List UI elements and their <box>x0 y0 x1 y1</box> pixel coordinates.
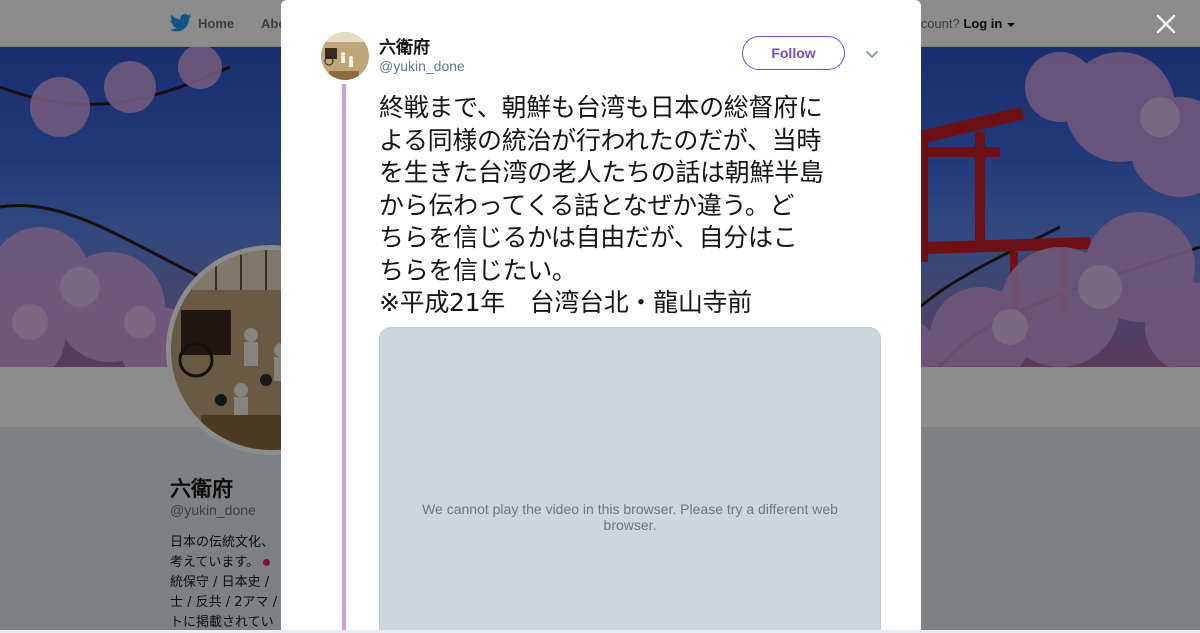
tweet-author-handle[interactable]: @yukin_done <box>379 58 465 74</box>
thread-line <box>342 84 346 630</box>
tweet-author-name[interactable]: 六衛府 <box>379 33 430 58</box>
tweet-text: 終戦まで、朝鮮も台湾も日本の総督府に よる同様の統治が行われたのだが、当時 を生… <box>379 93 824 317</box>
tweet-author-avatar[interactable] <box>321 32 369 80</box>
close-icon <box>1156 14 1176 34</box>
author-avatar-image <box>321 32 369 80</box>
video-unsupported-message: We cannot play the video in this browser… <box>422 501 838 533</box>
tweet-modal: 六衛府 @yukin_done Follow 終戦まで、朝鮮も台湾も日本の総督府… <box>281 0 921 630</box>
follow-button[interactable]: Follow <box>742 36 845 70</box>
video-player[interactable]: We cannot play the video in this browser… <box>379 327 881 630</box>
chevron-down-icon <box>866 51 878 58</box>
close-modal-button[interactable] <box>1150 8 1182 40</box>
tweet-options-button[interactable] <box>863 46 881 64</box>
